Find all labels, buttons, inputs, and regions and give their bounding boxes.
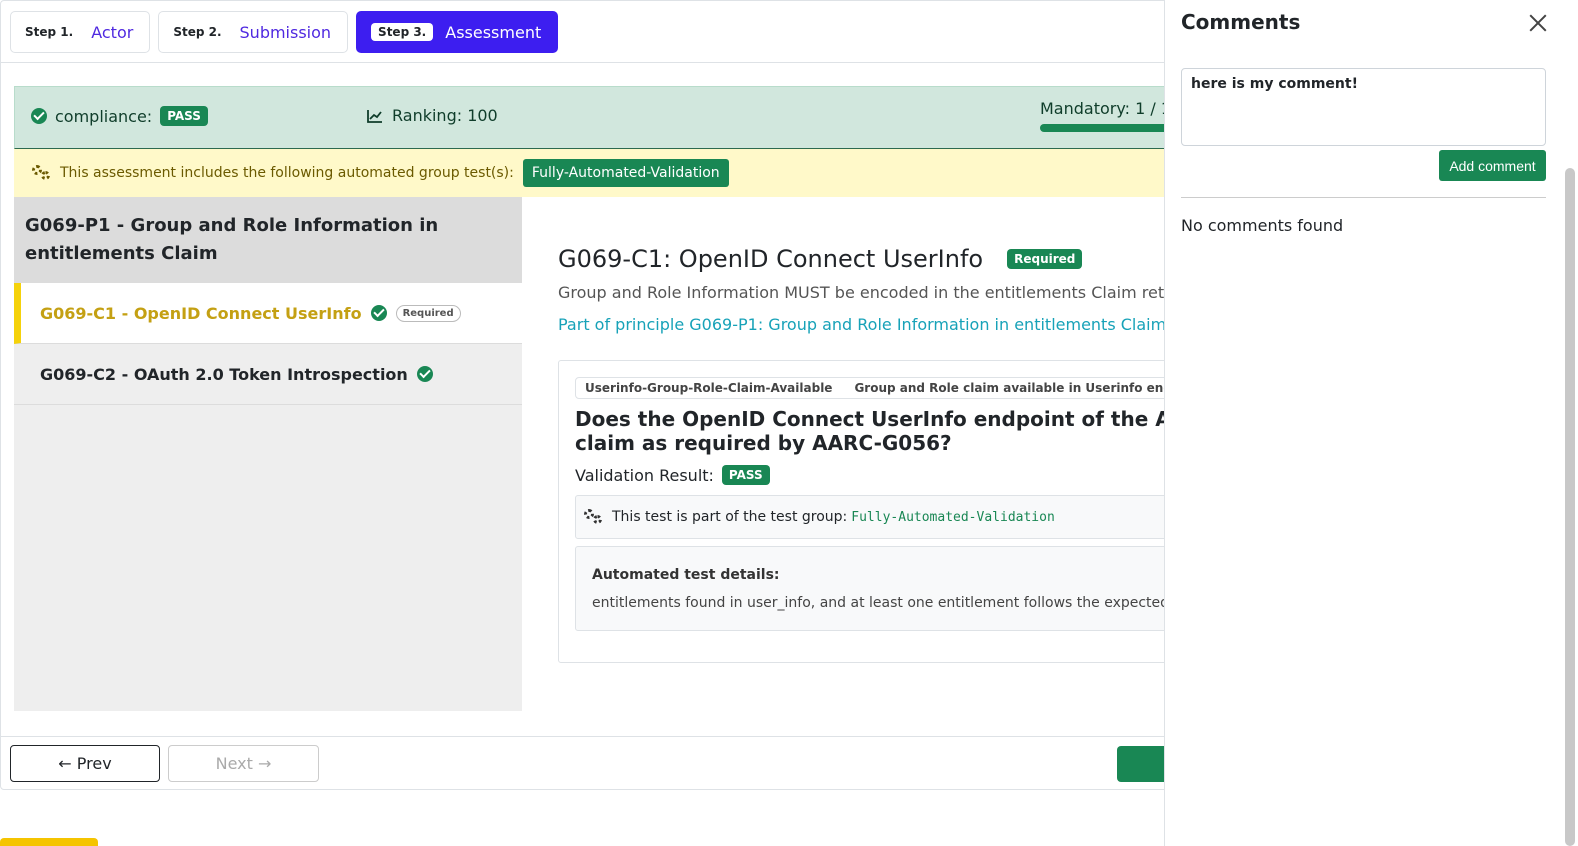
criterion-description: Group and Role Information MUST be encod… xyxy=(558,283,1238,302)
principle-link[interactable]: Part of principle G069-P1: Group and Rol… xyxy=(558,315,1187,334)
scrollbar[interactable] xyxy=(1565,168,1575,846)
ranking: Ranking: 100 xyxy=(367,106,498,125)
stepper: Step 1. Actor Step 2. Submission Step 3.… xyxy=(10,11,559,53)
step-submission[interactable]: Step 2. Submission xyxy=(158,11,349,53)
validation-label: Validation Result: xyxy=(575,465,714,485)
step-number: Step 3. xyxy=(371,23,434,41)
divider xyxy=(1181,197,1546,198)
gears-icon xyxy=(32,165,52,181)
step-label: Assessment xyxy=(445,22,542,42)
ranking-label: Ranking: 100 xyxy=(392,106,498,125)
criterion-label: G069-C2 - OAuth 2.0 Token Introspection xyxy=(40,364,408,384)
step-actor[interactable]: Step 1. Actor xyxy=(10,11,151,53)
validation-result: Validation Result: PASS xyxy=(575,465,770,485)
mandatory-label: Mandatory: 1 / 1 xyxy=(1040,99,1172,118)
check-circle-icon xyxy=(370,305,387,321)
step-number: Step 1. xyxy=(25,25,74,39)
test-group-text: This test is part of the test group: xyxy=(612,509,848,525)
next-button[interactable]: Next → xyxy=(168,745,319,782)
criterion-title-text: G069-C1: OpenID Connect UserInfo xyxy=(558,245,984,273)
test-name: Group and Role claim available in Userin… xyxy=(854,381,1212,395)
step-number: Step 2. xyxy=(173,25,222,39)
no-comments-text: No comments found xyxy=(1181,216,1344,235)
test-tag: Userinfo-Group-Role-Claim-Available Group… xyxy=(575,377,1222,399)
step-assessment[interactable]: Step 3. Assessment xyxy=(356,11,559,53)
compliance-label: compliance: xyxy=(55,106,153,126)
criterion-item-c1[interactable]: G069-C1 - OpenID Connect UserInfo Requir… xyxy=(14,283,522,344)
close-icon[interactable] xyxy=(1527,12,1549,34)
step-label: Submission xyxy=(239,22,332,42)
automated-text: This assessment includes the following a… xyxy=(60,165,514,181)
test-group-code: Fully-Automated-Validation xyxy=(851,509,1055,525)
criterion-title: G069-C1: OpenID Connect UserInfo Require… xyxy=(558,245,1083,273)
comment-input[interactable]: here is my comment! xyxy=(1181,68,1546,146)
floating-tab[interactable] xyxy=(0,838,98,846)
principle-link-text[interactable]: Part of principle G069-P1: Group and Rol… xyxy=(558,315,1166,334)
criterion-label: G069-C1 - OpenID Connect UserInfo xyxy=(40,303,362,323)
check-circle-icon xyxy=(31,108,47,124)
comments-drawer: Comments here is my comment! Add comment… xyxy=(1164,0,1578,846)
chart-line-icon xyxy=(367,109,382,123)
required-badge: Required xyxy=(395,304,461,322)
criterion-item-c2[interactable]: G069-C2 - OAuth 2.0 Token Introspection xyxy=(14,344,522,405)
compliance-status: compliance: PASS xyxy=(31,106,208,126)
stage: Step 1. Actor Step 2. Submission Step 3.… xyxy=(0,0,1578,846)
automated-group-button[interactable]: Fully-Automated-Validation xyxy=(522,159,729,187)
test-id: Userinfo-Group-Role-Claim-Available xyxy=(585,381,833,395)
prev-button[interactable]: ← Prev xyxy=(10,745,160,782)
compliance-badge: PASS xyxy=(160,106,208,126)
gears-icon xyxy=(584,509,604,525)
principle-heading: G069-P1 - Group and Role Information in … xyxy=(14,197,522,283)
validation-badge: PASS xyxy=(721,465,770,485)
criteria-sidebar: G069-P1 - Group and Role Information in … xyxy=(14,197,522,711)
comments-title: Comments xyxy=(1181,10,1301,34)
required-badge: Required xyxy=(1007,249,1083,269)
add-comment-button[interactable]: Add comment xyxy=(1439,150,1546,181)
step-label: Actor xyxy=(91,22,134,42)
check-circle-icon xyxy=(416,366,433,382)
